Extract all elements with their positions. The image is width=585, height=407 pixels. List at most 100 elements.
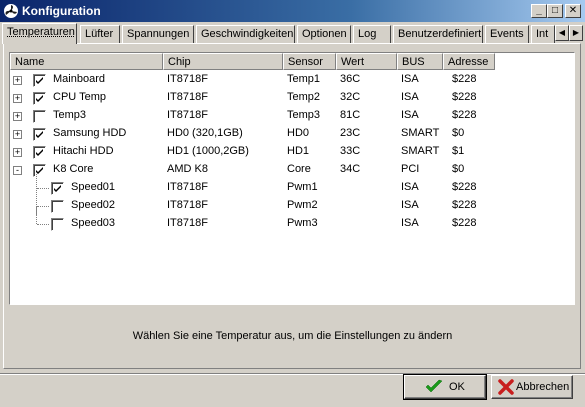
expand-icon[interactable]: + xyxy=(13,94,22,103)
expand-icon[interactable]: + xyxy=(13,112,22,121)
table-row[interactable]: + CPU Temp IT8718F Temp2 32C ISA $228 xyxy=(10,89,574,107)
table-row[interactable]: Speed02 IT8718F Pwm2 ISA $228 xyxy=(10,188,574,215)
cell-adresse: $0 xyxy=(452,127,465,139)
cell-chip: HD0 (320,1GB) xyxy=(167,127,243,139)
column-header-adresse[interactable]: Adresse xyxy=(443,53,495,70)
cell-adresse: $228 xyxy=(452,109,477,121)
tab-geschwindigkeiten[interactable]: Geschwindigkeiten xyxy=(196,25,295,43)
cell-bus: PCI xyxy=(401,163,420,175)
table-row[interactable]: - K8 Core AMD K8 Core 34C PCI $0 xyxy=(10,161,574,179)
maximize-icon: □ xyxy=(551,5,559,16)
tab-scroll-right-button[interactable]: ▶ xyxy=(569,25,583,41)
arrow-left-icon: ◀ xyxy=(558,28,566,37)
minimize-button[interactable]: _ xyxy=(531,4,547,18)
cell-chip: IT8718F xyxy=(167,199,208,211)
table-row[interactable]: Speed01 IT8718F Pwm1 ISA $228 xyxy=(10,170,574,197)
sensor-name: CPU Temp xyxy=(53,91,106,103)
sensor-checkbox[interactable] xyxy=(33,110,46,123)
cell-sensor: Temp3 xyxy=(287,109,321,121)
tab-log[interactable]: Log xyxy=(353,25,391,43)
close-button[interactable]: ✕ xyxy=(565,4,581,18)
column-header-sensor[interactable]: Sensor xyxy=(283,53,336,70)
minimize-icon: _ xyxy=(536,5,542,16)
ok-button[interactable]: OK xyxy=(403,374,487,400)
arrow-right-icon: ▶ xyxy=(572,28,580,37)
sensor-name: Samsung HDD xyxy=(53,127,127,139)
cell-bus: ISA xyxy=(401,181,419,193)
expand-icon[interactable]: + xyxy=(13,76,22,85)
sensor-checkbox[interactable] xyxy=(33,92,46,105)
checkmark-icon xyxy=(425,379,443,393)
tab-spannungen[interactable]: Spannungen xyxy=(122,25,194,43)
column-header-bus[interactable]: BUS xyxy=(397,53,443,70)
sensor-name: Speed01 xyxy=(71,181,116,193)
table-row[interactable]: + Samsung HDD HD0 (320,1GB) HD0 23C SMART $0 xyxy=(10,125,574,143)
tab-events[interactable]: Events xyxy=(485,25,529,43)
table-row[interactable]: + Temp3 IT8718F Temp3 81C ISA $228 xyxy=(10,107,574,125)
sensor-checkbox[interactable] xyxy=(51,200,64,213)
cell-bus: SMART xyxy=(401,145,440,157)
expand-icon[interactable]: + xyxy=(13,148,22,157)
maximize-button[interactable]: □ xyxy=(547,4,563,18)
table-row[interactable]: Speed03 IT8718F Pwm3 ISA $228 xyxy=(10,206,574,233)
close-icon: ✕ xyxy=(568,5,578,16)
sensor-checkbox[interactable] xyxy=(33,146,46,159)
cell-chip: IT8718F xyxy=(167,181,208,193)
table-row[interactable]: + Mainboard IT8718F Temp1 36C ISA $228 xyxy=(10,71,574,89)
tab-scroll-left-button[interactable]: ◀ xyxy=(555,25,569,41)
cell-chip: IT8718F xyxy=(167,91,208,103)
tab-luefter[interactable]: Lüfter xyxy=(80,25,120,43)
cell-bus: ISA xyxy=(401,109,419,121)
column-header-name[interactable]: Name xyxy=(10,53,163,70)
cell-sensor: Core xyxy=(287,163,311,175)
cell-adresse: $228 xyxy=(452,91,477,103)
cell-wert: 32C xyxy=(340,91,361,103)
sensor-checkbox[interactable] xyxy=(51,218,64,231)
title-bar[interactable]: Konfiguration _ □ ✕ xyxy=(0,0,585,22)
sensor-name: Temp3 xyxy=(53,109,87,121)
ok-button-label: OK xyxy=(449,381,465,393)
tree-line xyxy=(36,206,37,224)
cell-bus: ISA xyxy=(401,91,419,103)
cell-adresse: $1 xyxy=(452,145,465,157)
cell-adresse: $228 xyxy=(452,217,477,229)
tab-temperaturen[interactable]: Temperaturen xyxy=(2,23,77,44)
cell-wert: 33C xyxy=(340,145,361,157)
sensor-checkbox[interactable] xyxy=(33,164,46,177)
expand-icon[interactable]: + xyxy=(13,130,22,139)
sensor-checkbox[interactable] xyxy=(33,128,46,141)
cell-adresse: $228 xyxy=(452,181,477,193)
cell-chip: IT8718F xyxy=(167,217,208,229)
tree-line xyxy=(37,188,49,189)
column-header-chip[interactable]: Chip xyxy=(163,53,283,70)
cell-sensor: Pwm2 xyxy=(287,199,318,211)
column-header-wert[interactable]: Wert xyxy=(336,53,397,70)
cancel-button-label: Abbrechen xyxy=(516,381,570,393)
sensor-name: Speed02 xyxy=(71,199,116,211)
cell-sensor: Pwm3 xyxy=(287,217,318,229)
sensor-name: Speed03 xyxy=(71,217,116,229)
tab-int[interactable]: Int xyxy=(531,25,555,43)
cell-sensor: Pwm1 xyxy=(287,181,318,193)
cell-adresse: $0 xyxy=(452,163,465,175)
status-hint: Wählen Sie eine Temperatur aus, um die E… xyxy=(132,330,453,342)
tab-optionen[interactable]: Optionen xyxy=(297,25,351,43)
cell-chip: AMD K8 xyxy=(167,163,208,175)
cell-bus: ISA xyxy=(401,199,419,211)
collapse-icon[interactable]: - xyxy=(13,166,22,175)
sensor-checkbox[interactable] xyxy=(51,182,64,195)
cell-wert: 81C xyxy=(340,109,361,121)
sensor-checkbox[interactable] xyxy=(33,74,46,87)
cell-chip: IT8718F xyxy=(167,73,208,85)
cell-wert: 36C xyxy=(340,73,361,85)
cell-sensor: Temp2 xyxy=(287,91,321,103)
cell-wert: 23C xyxy=(340,127,361,139)
tab-benutzerdefiniert[interactable]: Benutzerdefiniert xyxy=(393,25,483,43)
sensor-tree-grid[interactable]: Name Chip Sensor Wert BUS Adresse + Mainb… xyxy=(9,52,575,305)
sensor-name: Mainboard xyxy=(53,73,105,85)
cancel-button[interactable]: Abbrechen xyxy=(491,375,573,399)
tree-line xyxy=(37,224,49,225)
cell-sensor: HD0 xyxy=(287,127,310,139)
window-title: Konfiguration xyxy=(22,4,101,18)
table-row[interactable]: + Hitachi HDD HD1 (1000,2GB) HD1 33C SMART $1 xyxy=(10,143,574,161)
